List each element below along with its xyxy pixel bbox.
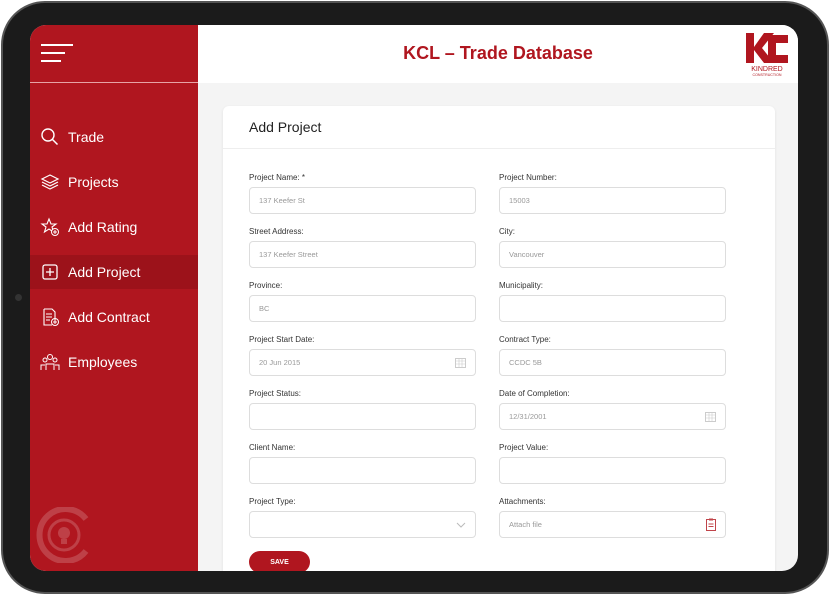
project-number-field: Project Number: 15003 bbox=[499, 173, 726, 214]
municipality-field: Municipality: bbox=[499, 281, 726, 322]
project-status-field: Project Status: bbox=[249, 389, 476, 430]
project-type-field: Project Type: bbox=[249, 497, 476, 538]
menu-icon[interactable] bbox=[41, 44, 75, 64]
svg-text:CONSTRUCTION: CONSTRUCTION bbox=[753, 73, 782, 77]
date-of-completion-field: Date of Completion: 12/31/2001 bbox=[499, 389, 726, 430]
project-status-input[interactable] bbox=[249, 403, 476, 430]
municipality-input[interactable] bbox=[499, 295, 726, 322]
province-input[interactable]: BC bbox=[249, 295, 476, 322]
layers-icon bbox=[40, 174, 60, 190]
sidebar: Trade Projects Add Rating Add Project Add Co… bbox=[30, 25, 198, 571]
client-name-label: Client Name: bbox=[249, 443, 296, 452]
client-name-input[interactable] bbox=[249, 457, 476, 484]
svg-text:KINDRED: KINDRED bbox=[751, 66, 783, 73]
attachments-label: Attachments: bbox=[499, 497, 546, 506]
street-address-input[interactable]: 137 Keefer Street bbox=[249, 241, 476, 268]
clipboard-icon[interactable] bbox=[706, 518, 716, 531]
sidebar-item-label: Add Rating bbox=[68, 219, 138, 235]
project-name-label: Project Name: * bbox=[249, 173, 306, 182]
street-address-label: Street Address: bbox=[249, 227, 304, 236]
add-project-card: Add Project Project Name: * 137 Keefer St… bbox=[223, 106, 775, 571]
project-number-value: 15003 bbox=[509, 196, 530, 205]
screen: Trade Projects Add Rating Add Project Add Co… bbox=[30, 25, 798, 571]
project-value-input[interactable] bbox=[499, 457, 726, 484]
date-of-completion-label: Date of Completion: bbox=[499, 389, 570, 398]
sidebar-item-add-rating[interactable]: Add Rating bbox=[30, 210, 198, 244]
project-name-value: 137 Keefer St bbox=[259, 196, 305, 205]
sidebar-item-add-project[interactable]: Add Project bbox=[30, 255, 198, 289]
project-start-date-field: Project Start Date: 20 Jun 2015 bbox=[249, 335, 476, 376]
calendar-icon[interactable] bbox=[705, 411, 716, 422]
contract-type-field: Contract Type: CCDC 5B bbox=[499, 335, 726, 376]
people-icon bbox=[40, 354, 60, 370]
province-field: Province: BC bbox=[249, 281, 476, 322]
city-field: City: Vancouver bbox=[499, 227, 726, 268]
sidebar-item-label: Employees bbox=[68, 354, 138, 370]
province-label: Province: bbox=[249, 281, 283, 290]
document-add-icon bbox=[43, 308, 59, 326]
project-type-input[interactable] bbox=[249, 511, 476, 538]
city-value: Vancouver bbox=[509, 250, 545, 259]
contract-type-label: Contract Type: bbox=[499, 335, 551, 344]
project-status-label: Project Status: bbox=[249, 389, 302, 398]
project-name-field: Project Name: * 137 Keefer St bbox=[249, 173, 476, 214]
sidebar-item-add-contract[interactable]: Add Contract bbox=[30, 300, 198, 334]
city-label: City: bbox=[499, 227, 515, 236]
project-value-field: Project Value: bbox=[499, 443, 726, 484]
sidebar-item-employees[interactable]: Employees bbox=[30, 345, 198, 379]
contract-type-value: CCDC 5B bbox=[509, 358, 542, 367]
sidebar-item-label: Trade bbox=[68, 129, 105, 145]
street-address-value: 137 Keefer Street bbox=[259, 250, 318, 259]
header: KCL – Trade Database KINDRED CONSTRUCTION bbox=[198, 25, 798, 83]
date-of-completion-value: 12/31/2001 bbox=[509, 412, 547, 421]
search-icon bbox=[41, 128, 59, 146]
sidebar-item-label: Add Project bbox=[68, 264, 141, 280]
date-of-completion-input[interactable]: 12/31/2001 bbox=[499, 403, 726, 430]
attachments-value: Attach file bbox=[509, 520, 542, 529]
sidebar-item-projects[interactable]: Projects bbox=[30, 165, 198, 199]
chevron-down-icon[interactable] bbox=[456, 522, 466, 528]
app-title: KCL – Trade Database bbox=[403, 43, 593, 63]
divider bbox=[223, 148, 775, 149]
star-add-icon bbox=[40, 217, 59, 236]
project-start-date-value: 20 Jun 2015 bbox=[259, 358, 301, 367]
card-title: Add Project bbox=[249, 119, 322, 135]
divider bbox=[30, 82, 198, 83]
lightbulb-logo-icon bbox=[36, 507, 89, 563]
project-value-label: Project Value: bbox=[499, 443, 549, 452]
municipality-label: Municipality: bbox=[499, 281, 544, 290]
plus-square-icon bbox=[42, 264, 58, 280]
sidebar-item-label: Add Contract bbox=[68, 309, 150, 325]
project-start-date-input[interactable]: 20 Jun 2015 bbox=[249, 349, 476, 376]
province-value: BC bbox=[259, 304, 270, 313]
attachments-field: Attachments: Attach file bbox=[499, 497, 726, 538]
project-type-label: Project Type: bbox=[249, 497, 296, 506]
sidebar-item-label: Projects bbox=[68, 174, 119, 190]
camera bbox=[15, 294, 22, 301]
calendar-icon[interactable] bbox=[455, 357, 466, 368]
project-start-date-label: Project Start Date: bbox=[249, 335, 315, 344]
contract-type-input[interactable]: CCDC 5B bbox=[499, 349, 726, 376]
attachments-input[interactable]: Attach file bbox=[499, 511, 726, 538]
project-name-input[interactable]: 137 Keefer St bbox=[249, 187, 476, 214]
city-input[interactable]: Vancouver bbox=[499, 241, 726, 268]
save-button[interactable]: SAVE bbox=[249, 551, 310, 571]
kindred-logo: KINDREDCONSTRUCTION bbox=[746, 33, 788, 77]
project-number-label: Project Number: bbox=[499, 173, 557, 182]
sidebar-item-trade[interactable]: Trade bbox=[30, 120, 198, 154]
client-name-field: Client Name: bbox=[249, 443, 476, 484]
street-address-field: Street Address: 137 Keefer Street bbox=[249, 227, 476, 268]
project-number-input[interactable]: 15003 bbox=[499, 187, 726, 214]
